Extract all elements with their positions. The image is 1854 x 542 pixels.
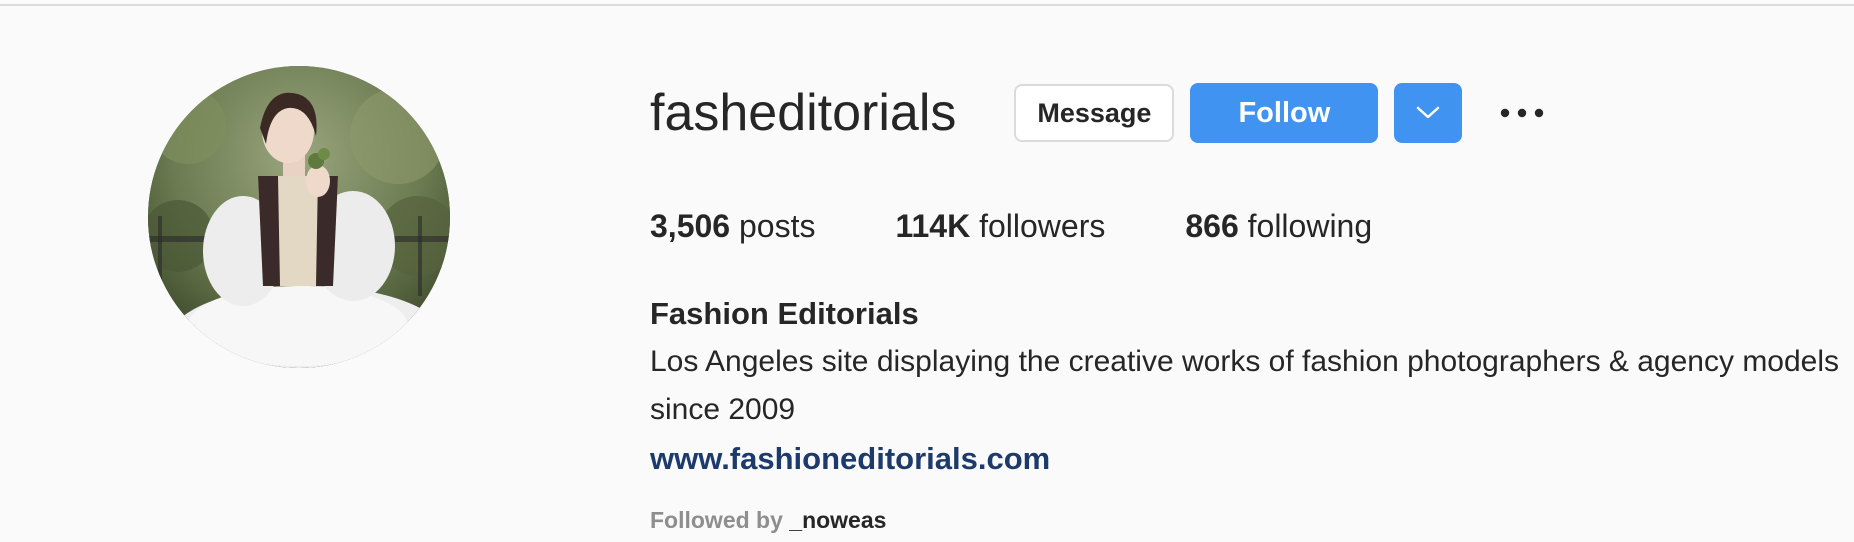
stat-following-value: 866 [1185, 208, 1239, 244]
followed-by-user-link[interactable]: _noweas [789, 507, 886, 533]
stat-followers-label: followers [979, 208, 1106, 244]
followed-by: Followed by _noweas [650, 505, 886, 535]
profile-header: fasheditorials Message Follow 3,506 post… [0, 0, 1854, 542]
stat-posts: 3,506 posts [650, 204, 815, 248]
profile-full-name: Fashion Editorials [650, 296, 919, 331]
follow-button[interactable]: Follow [1190, 83, 1379, 143]
avatar-photo [148, 66, 450, 368]
profile-header-row: fasheditorials Message Follow [650, 82, 1550, 144]
followed-by-prefix: Followed by [650, 507, 783, 533]
profile-stats: 3,506 posts 114K followers 866 following [650, 204, 1452, 248]
stat-followers[interactable]: 114K followers [895, 204, 1105, 248]
chevron-down-icon [1417, 106, 1440, 119]
profile-avatar[interactable] [148, 66, 450, 368]
stat-following[interactable]: 866 following [1185, 204, 1372, 248]
stat-posts-label: posts [738, 208, 816, 244]
username: fasheditorials [650, 84, 957, 142]
stat-followers-value: 114K [895, 208, 971, 244]
stat-following-label: following [1247, 208, 1373, 244]
stat-posts-value: 3,506 [650, 208, 731, 244]
message-button[interactable]: Message [1014, 84, 1175, 142]
more-options-icon [1501, 108, 1544, 118]
profile-website-link[interactable]: www.fashioneditorials.com [650, 438, 1050, 480]
profile-bio: Los Angeles site displaying the creative… [650, 345, 1840, 426]
more-options-button[interactable] [1494, 83, 1550, 143]
suggested-accounts-dropdown-button[interactable] [1394, 83, 1463, 143]
